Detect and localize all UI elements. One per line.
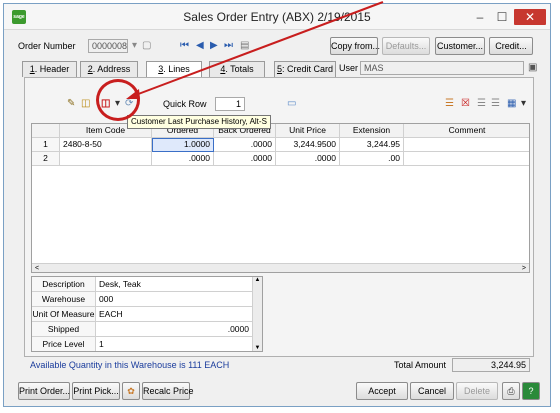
annotation-arrow <box>126 1 384 99</box>
